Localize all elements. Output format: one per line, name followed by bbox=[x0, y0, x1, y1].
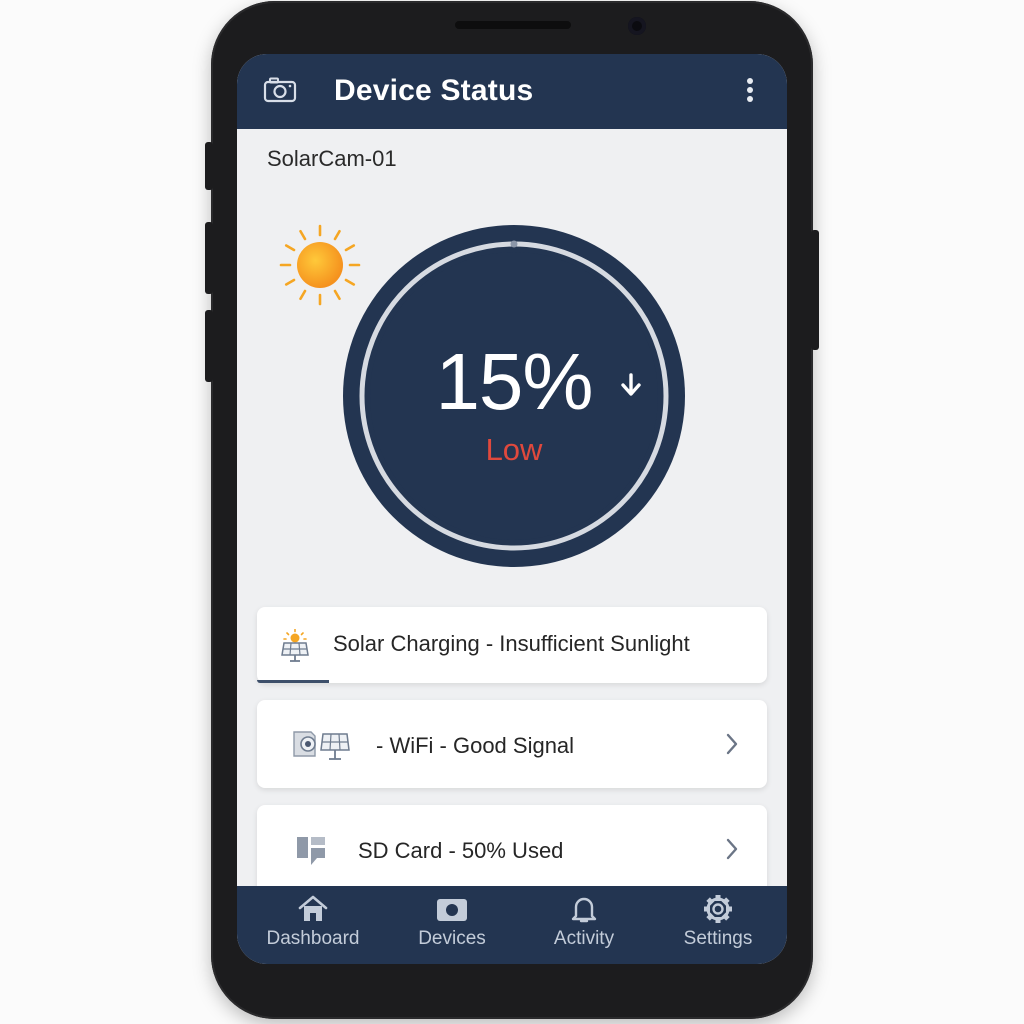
earpiece-speaker bbox=[455, 21, 571, 29]
wifi-device-icon bbox=[293, 731, 350, 760]
page-title: Device Status bbox=[334, 74, 534, 107]
more-options-icon[interactable] bbox=[743, 78, 757, 108]
wifi-card[interactable]: - WiFi - Good Signal bbox=[257, 700, 767, 788]
nav-activity[interactable]: Activity bbox=[519, 894, 649, 960]
nav-devices[interactable]: Devices bbox=[387, 894, 517, 960]
app-bar: Device Status bbox=[237, 54, 787, 129]
solar-panel-sun-icon bbox=[281, 629, 309, 662]
screen: Device Status SolarCam-01 15% Low Solar … bbox=[237, 54, 787, 964]
card-label-solar: Solar Charging - Insufficient Sunlight bbox=[333, 631, 690, 656]
gauge-level-marker bbox=[510, 240, 518, 248]
sd-card-icon bbox=[297, 837, 325, 865]
front-camera bbox=[628, 17, 646, 35]
nav-label-activity: Activity bbox=[553, 928, 615, 949]
volume-up-button bbox=[205, 222, 213, 294]
card-accent-bar bbox=[257, 680, 329, 683]
chevron-right-icon[interactable] bbox=[725, 838, 739, 860]
gear-icon bbox=[704, 895, 732, 923]
camera-icon[interactable] bbox=[263, 76, 297, 104]
bell-icon bbox=[571, 897, 597, 923]
battery-status-label: Low bbox=[485, 432, 543, 467]
solar-charging-card[interactable]: Solar Charging - Insufficient Sunlight bbox=[257, 607, 767, 683]
mute-switch bbox=[205, 142, 213, 190]
card-label-sd: SD Card - 50% Used bbox=[358, 838, 564, 863]
nav-settings[interactable]: Settings bbox=[653, 894, 783, 960]
bottom-navigation: Dashboard Devices Activity Settings bbox=[237, 886, 787, 964]
power-button bbox=[811, 230, 819, 350]
nav-label-devices: Devices bbox=[418, 928, 486, 949]
card-label-wifi: - WiFi - Good Signal bbox=[376, 733, 575, 758]
down-arrow-icon bbox=[621, 373, 641, 396]
home-icon bbox=[298, 895, 328, 921]
volume-down-button bbox=[205, 310, 213, 382]
chevron-right-icon[interactable] bbox=[725, 733, 739, 755]
nav-label-dashboard: Dashboard bbox=[266, 928, 360, 949]
phone-frame: Device Status SolarCam-01 15% Low Solar … bbox=[211, 1, 813, 1019]
nav-label-settings: Settings bbox=[683, 928, 753, 949]
device-name: SolarCam-01 bbox=[267, 146, 397, 171]
battery-gauge: 15% Low bbox=[342, 224, 686, 568]
nav-dashboard[interactable]: Dashboard bbox=[248, 894, 378, 960]
camera-icon bbox=[437, 899, 467, 921]
